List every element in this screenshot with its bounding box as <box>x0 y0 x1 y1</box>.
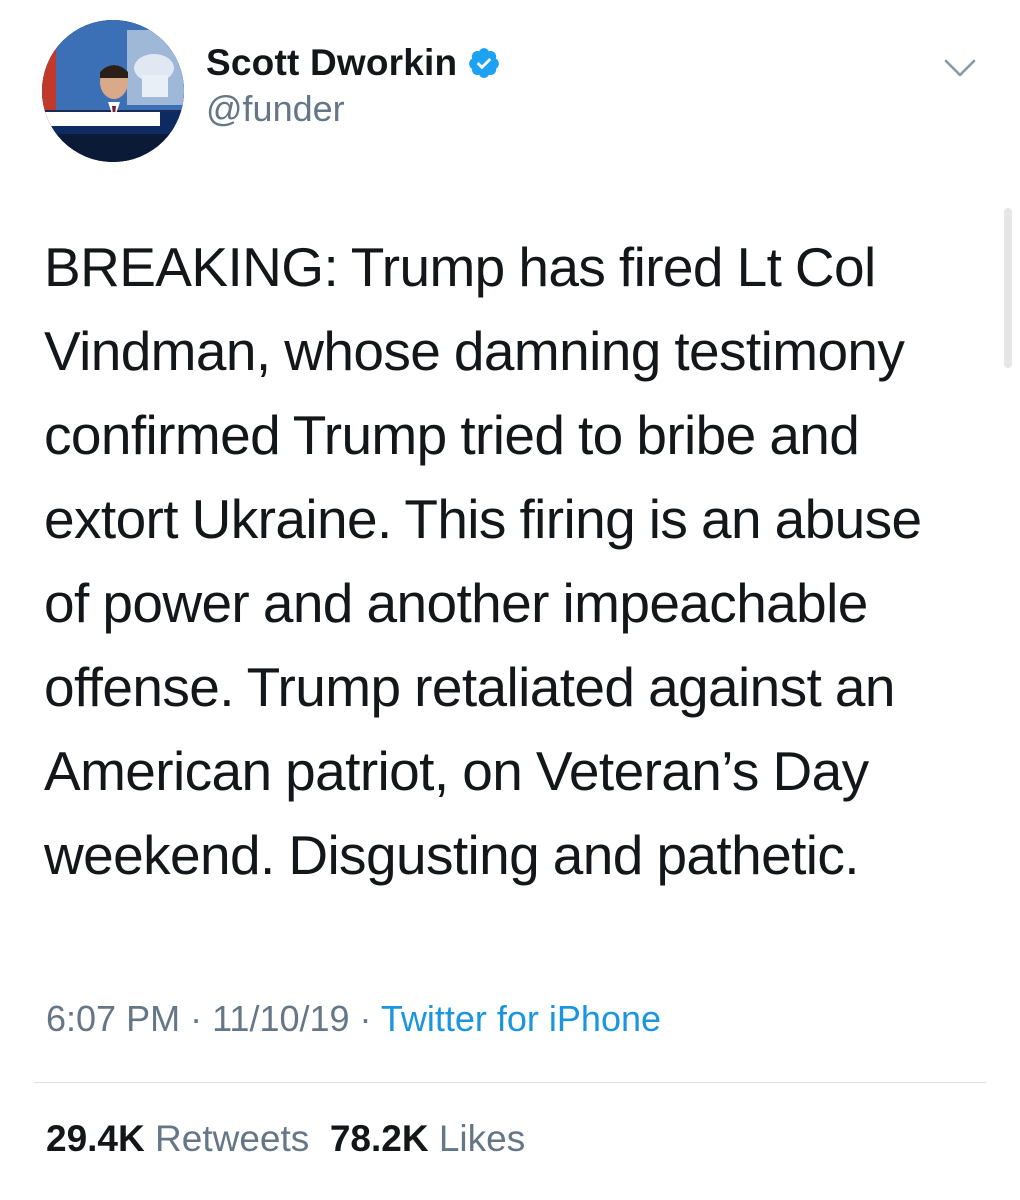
tweet-stats: 29.4K Retweets 78.2K Likes <box>46 1118 525 1160</box>
retweets-label: Retweets <box>155 1118 310 1159</box>
tweet-text-line: confirmed Trump tried to bribe and <box>44 404 860 466</box>
author-handle[interactable]: @funder <box>206 88 345 130</box>
likes-label: Likes <box>438 1118 526 1159</box>
chevron-down-icon[interactable] <box>940 48 980 88</box>
divider <box>34 1082 986 1083</box>
scrollbar[interactable] <box>1004 208 1012 368</box>
likes-count: 78.2K <box>329 1118 429 1159</box>
retweets-count: 29.4K <box>46 1118 145 1159</box>
tweet-text-line: American patriot, on Veteran’s Day <box>44 740 869 802</box>
tweet-text-line: of power and another impeachable <box>44 572 868 634</box>
tweet-text-line: weekend. Disgusting and pathetic. <box>44 824 860 886</box>
tweet-text-line: BREAKING: Trump has fired Lt Col <box>44 236 876 298</box>
tweet-time[interactable]: 6:07 PM <box>46 998 180 1039</box>
retweets-stat[interactable]: 29.4K Retweets <box>46 1118 309 1159</box>
tweet-card: Scott Dworkin @funder BREAKING: Trump ha… <box>0 0 1020 1200</box>
tweet-date[interactable]: 11/10/19 <box>212 998 349 1039</box>
tweet-text: BREAKING: Trump has fired Lt Col Vindman… <box>44 225 984 897</box>
tweet-text-line: offense. Trump retaliated against an <box>44 656 895 718</box>
tweet-source-link[interactable]: Twitter for iPhone <box>381 998 661 1039</box>
tweet-text-line: extort Ukraine. This firing is an abuse <box>44 488 922 550</box>
verified-badge-icon <box>469 48 500 78</box>
author-display-name[interactable]: Scott Dworkin <box>206 42 457 84</box>
author-name-row[interactable]: Scott Dworkin <box>206 38 501 88</box>
likes-stat[interactable]: 78.2K Likes <box>330 1118 525 1159</box>
avatar[interactable] <box>42 20 184 162</box>
tweet-text-line: Vindman, whose damning testimony <box>44 320 905 382</box>
meta-separator: · <box>349 998 381 1039</box>
tweet-meta: 6:07 PM · 11/10/19 · Twitter for iPhone <box>46 998 661 1040</box>
meta-separator: · <box>180 998 213 1039</box>
